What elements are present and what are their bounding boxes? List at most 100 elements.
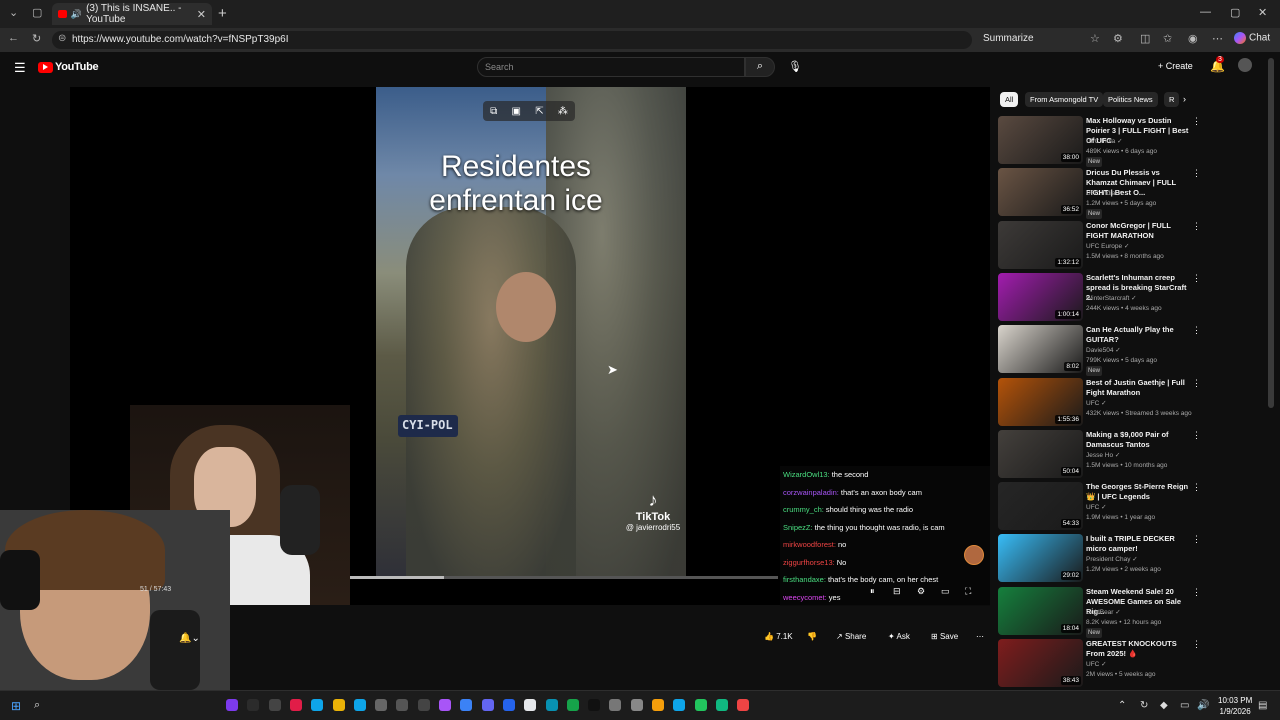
- theater-mode-icon[interactable]: ▭: [941, 586, 950, 597]
- channel-name[interactable]: UFC ✓: [1086, 503, 1196, 513]
- close-window-button[interactable]: ✕: [1258, 6, 1267, 19]
- tab-list-icon[interactable]: ⌄: [9, 6, 18, 19]
- video-more-icon[interactable]: ⋮: [1192, 273, 1201, 284]
- video-title[interactable]: Best of Justin Gaethje | Full Fight Mara…: [1086, 378, 1191, 398]
- recommended-video[interactable]: 38:43 GREATEST KNOCKOUTS From 2025! 🩸 UFC …: [998, 639, 1268, 687]
- video-thumbnail[interactable]: 1:00:14: [998, 272, 1083, 321]
- browser-tab-youtube[interactable]: 🔊 (3) This is INSANE.. - YouTube ✕: [52, 3, 212, 25]
- taskbar-app-icon[interactable]: [353, 699, 366, 711]
- video-thumbnail[interactable]: 54:33: [998, 482, 1083, 531]
- crop-icon[interactable]: ⧉: [490, 106, 497, 117]
- pause-icon[interactable]: ⏸: [870, 586, 875, 597]
- taskbar-app-icon[interactable]: [673, 699, 686, 711]
- close-tab-icon[interactable]: ✕: [197, 8, 206, 21]
- video-more-icon[interactable]: ⋮: [1192, 378, 1201, 389]
- channel-name[interactable]: WinterStarcraft ✓: [1086, 294, 1196, 304]
- taskbar-app-icon[interactable]: [439, 699, 451, 711]
- menu-icon[interactable]: ☰: [14, 60, 26, 76]
- taskbar-app-icon[interactable]: [460, 699, 473, 711]
- recommended-video[interactable]: 8:02 Can He Actually Play the GUITAR? Davi…: [998, 325, 1268, 377]
- recommended-video[interactable]: 50:04 Making a $9,000 Pair of Damascus Ta…: [998, 429, 1268, 478]
- recommended-video[interactable]: 1:32:12 Conor McGregor | FULL FIGHT MARAT…: [998, 220, 1268, 269]
- copilot-chat-button[interactable]: Chat: [1234, 32, 1270, 44]
- taskbar-app-icon[interactable]: [737, 699, 750, 711]
- video-thumbnail[interactable]: 1:55:36: [998, 377, 1083, 426]
- taskbar-app-icon[interactable]: [588, 699, 601, 711]
- share-button[interactable]: ↗ Share: [836, 632, 866, 641]
- recommended-video[interactable]: 38:00 Max Holloway vs Dustin Poirier 3 | …: [998, 116, 1268, 167]
- video-thumbnail[interactable]: 1:32:12: [998, 220, 1083, 269]
- taskbar-app-icon[interactable]: [652, 699, 664, 711]
- volume-icon[interactable]: 🔊: [1197, 700, 1209, 711]
- video-more-icon[interactable]: ⋮: [1192, 430, 1201, 441]
- taskbar-app-icon[interactable]: [247, 699, 260, 711]
- voice-search-icon[interactable]: 🎙: [788, 60, 802, 73]
- youtube-logo[interactable]: YouTube: [38, 61, 99, 73]
- split-screen-icon[interactable]: ◫: [1140, 32, 1150, 45]
- recommended-video[interactable]: 36:52 Dricus Du Plessis vs Khamzat Chimae…: [998, 168, 1268, 220]
- recommended-video[interactable]: 29:02 I built a TRIPLE DECKER micro campe…: [998, 534, 1268, 583]
- video-thumbnail[interactable]: 36:52: [998, 168, 1083, 217]
- chat-username[interactable]: weecycomet:: [783, 593, 827, 602]
- settings-gear-icon[interactable]: ⚙: [917, 586, 925, 597]
- video-thumbnail[interactable]: 8:02: [998, 325, 1083, 374]
- create-button[interactable]: + Create: [1158, 61, 1193, 71]
- account-avatar[interactable]: [1238, 58, 1252, 72]
- video-more-icon[interactable]: ⋮: [1192, 482, 1201, 493]
- video-progress-bar[interactable]: [350, 576, 778, 579]
- chat-username[interactable]: crummy_ch:: [783, 505, 824, 514]
- taskbar-app-icon[interactable]: [694, 699, 707, 711]
- video-title[interactable]: I built a TRIPLE DECKER micro camper!: [1086, 534, 1191, 554]
- fullscreen-icon[interactable]: ⛶: [965, 586, 971, 597]
- subscription-bell-icon[interactable]: 🔔⌄: [179, 633, 200, 644]
- taskbar-app-icon[interactable]: [268, 699, 281, 711]
- favorites-bar-icon[interactable]: ✩: [1163, 32, 1172, 45]
- taskbar-app-icon[interactable]: [481, 699, 494, 711]
- taskbar-search-icon[interactable]: ⌕: [34, 699, 40, 712]
- video-title[interactable]: Making a $9,000 Pair of Damascus Tantos: [1086, 430, 1191, 450]
- chips-next-icon[interactable]: ›: [1183, 94, 1186, 104]
- new-tab-button[interactable]: +: [218, 5, 227, 22]
- maximize-window-button[interactable]: ▢: [1230, 6, 1240, 19]
- chat-username[interactable]: SnipezZ:: [783, 523, 813, 532]
- audio-playing-icon[interactable]: 🔊: [71, 9, 82, 20]
- video-more-icon[interactable]: ⋮: [1192, 325, 1201, 336]
- channel-name[interactable]: GoldBear ✓: [1086, 608, 1196, 618]
- network-icon[interactable]: ▭: [1180, 700, 1189, 711]
- taskbar-app-icon[interactable]: [502, 699, 515, 711]
- video-thumbnail[interactable]: 38:00: [998, 116, 1083, 164]
- filter-chip[interactable]: Politics News: [1103, 92, 1158, 107]
- chat-username[interactable]: mirkwoodforest:: [783, 540, 836, 549]
- video-title[interactable]: Can He Actually Play the GUITAR?: [1086, 325, 1191, 345]
- chat-username[interactable]: ziggurfhorse13:: [783, 558, 835, 567]
- taskbar-app-icon[interactable]: [289, 699, 302, 711]
- taskbar-app-icon[interactable]: [545, 699, 558, 711]
- channel-name[interactable]: UFC ✓: [1086, 660, 1196, 670]
- windows-start-icon[interactable]: ⊞: [11, 699, 21, 713]
- taskbar-app-icon[interactable]: [609, 699, 622, 711]
- extensions-icon[interactable]: ⚙: [1113, 32, 1123, 45]
- video-more-icon[interactable]: ⋮: [1192, 534, 1201, 545]
- video-more-icon[interactable]: ⋮: [1192, 221, 1201, 232]
- workspaces-icon[interactable]: ▢: [32, 6, 42, 19]
- tray-expand-icon[interactable]: ⌃: [1118, 700, 1126, 711]
- site-info-icon[interactable]: ⊜: [58, 33, 66, 44]
- favorite-icon[interactable]: ☆: [1090, 32, 1100, 45]
- channel-name[interactable]: Davie504 ✓: [1086, 346, 1196, 356]
- tray-sync-icon[interactable]: ↻: [1140, 700, 1148, 711]
- url-field[interactable]: ⊜ https://www.youtube.com/watch?v=fNSPpT…: [52, 31, 972, 49]
- channel-name[interactable]: UFC India ✓: [1086, 137, 1196, 147]
- more-actions-icon[interactable]: ⋯: [976, 632, 984, 641]
- channel-name[interactable]: UFC Europe ✓: [1086, 242, 1196, 252]
- notification-center-icon[interactable]: ▤: [1258, 700, 1267, 711]
- video-title[interactable]: The Georges St-Pierre Reign 👑 | UFC Lege…: [1086, 482, 1191, 502]
- summarize-button[interactable]: Summarize: [983, 33, 1034, 44]
- taskbar-app-icon[interactable]: [417, 699, 430, 711]
- back-icon[interactable]: ←: [8, 32, 19, 44]
- filter-chip[interactable]: From Asmongold TV: [1025, 92, 1104, 107]
- save-button[interactable]: ⊞ Save: [931, 632, 958, 641]
- taskbar-app-icon[interactable]: [311, 699, 324, 711]
- taskbar-clock[interactable]: 10:03 PM 1/9/2026: [1218, 695, 1252, 717]
- video-thumbnail[interactable]: 29:02: [998, 534, 1083, 583]
- chat-username[interactable]: corzwainpaladin:: [783, 488, 839, 497]
